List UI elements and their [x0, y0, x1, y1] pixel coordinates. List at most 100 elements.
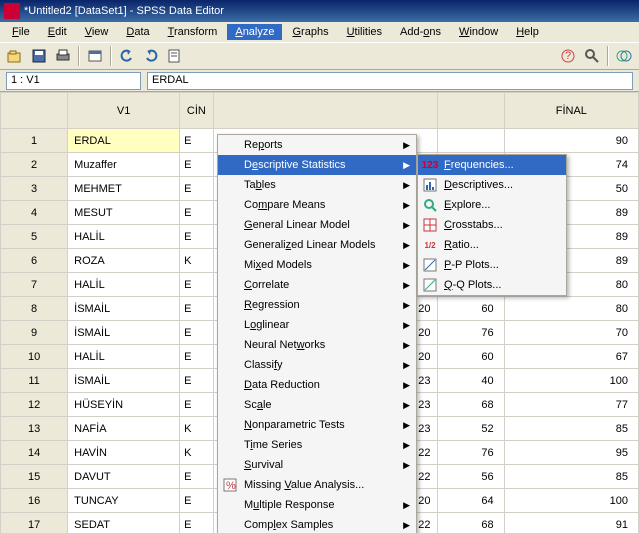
cell-cin[interactable]: E [180, 393, 214, 417]
row-header[interactable]: 13 [1, 417, 68, 441]
cell-name-box[interactable]: 1 : V1 [6, 72, 141, 90]
row-header[interactable]: 1 [1, 129, 68, 153]
row-header[interactable]: 12 [1, 393, 68, 417]
cell-final[interactable]: 95 [504, 441, 638, 465]
menu-addons[interactable]: Add-ons [392, 24, 449, 40]
cell-v1[interactable]: HALİL [68, 225, 180, 249]
data-grid[interactable]: V1 CİN FİNAL 1ERDALE902MuzafferE743MEHME… [0, 92, 639, 533]
cell-final[interactable]: 85 [504, 417, 638, 441]
cell-cin[interactable]: E [180, 153, 214, 177]
menu-descriptives[interactable]: Descriptives... [418, 175, 566, 195]
cell-mid2[interactable]: 60 [437, 297, 504, 321]
cell-final[interactable]: 100 [504, 489, 638, 513]
menu-regression[interactable]: Regression▶ [218, 295, 416, 315]
cell-v1[interactable]: TUNCAY [68, 489, 180, 513]
row-header[interactable]: 8 [1, 297, 68, 321]
dialog-recall-button[interactable] [84, 45, 106, 67]
row-header[interactable]: 4 [1, 201, 68, 225]
cell-final[interactable]: 90 [504, 129, 638, 153]
cell-v1[interactable]: İSMAİL [68, 321, 180, 345]
cell-mid2[interactable]: 76 [437, 441, 504, 465]
menu-descriptive-statistics[interactable]: Descriptive Statistics▶ [218, 155, 416, 175]
column-header-cin[interactable]: CİN [180, 93, 214, 129]
column-header-v1[interactable]: V1 [68, 93, 180, 129]
menu-pp-plots[interactable]: P-P Plots... [418, 255, 566, 275]
row-header[interactable]: 6 [1, 249, 68, 273]
menu-general-linear-model[interactable]: General Linear Model▶ [218, 215, 416, 235]
row-header[interactable]: 14 [1, 441, 68, 465]
menu-nonparametric-tests[interactable]: Nonparametric Tests▶ [218, 415, 416, 435]
row-header[interactable]: 10 [1, 345, 68, 369]
menu-complex-samples[interactable]: Complex Samples▶ [218, 515, 416, 533]
redo-button[interactable] [140, 45, 162, 67]
find-button[interactable] [581, 45, 603, 67]
menu-classify[interactable]: Classify▶ [218, 355, 416, 375]
menu-frequencies[interactable]: 123Frequencies... [418, 155, 566, 175]
menu-data-reduction[interactable]: Data Reduction▶ [218, 375, 416, 395]
menu-mixed-models[interactable]: Mixed Models▶ [218, 255, 416, 275]
cell-mid2[interactable]: 52 [437, 417, 504, 441]
cell-final[interactable]: 85 [504, 465, 638, 489]
cell-mid2[interactable]: 76 [437, 321, 504, 345]
menu-ratio[interactable]: 1/2Ratio... [418, 235, 566, 255]
cell-mid2[interactable]: 68 [437, 393, 504, 417]
menu-edit[interactable]: Edit [40, 24, 75, 40]
cell-v1[interactable]: NAFİA [68, 417, 180, 441]
column-header-final[interactable]: FİNAL [504, 93, 638, 129]
print-button[interactable] [52, 45, 74, 67]
cell-final[interactable]: 67 [504, 345, 638, 369]
cell-cin[interactable]: E [180, 129, 214, 153]
variables-button[interactable]: ? [557, 45, 579, 67]
cell-cin[interactable]: E [180, 201, 214, 225]
save-button[interactable] [28, 45, 50, 67]
cell-value-box[interactable]: ERDAL [147, 72, 633, 90]
menu-view[interactable]: View [77, 24, 117, 40]
row-header[interactable]: 17 [1, 513, 68, 533]
row-header[interactable]: 5 [1, 225, 68, 249]
cell-final[interactable]: 77 [504, 393, 638, 417]
column-header-hidden1[interactable] [213, 93, 437, 129]
menu-analyze[interactable]: Analyze [227, 24, 282, 40]
cell-cin[interactable]: K [180, 441, 214, 465]
goto-case-button[interactable] [164, 45, 186, 67]
row-header[interactable]: 7 [1, 273, 68, 297]
cell-mid2[interactable]: 64 [437, 489, 504, 513]
menu-utilities[interactable]: Utilities [339, 24, 390, 40]
row-header[interactable]: 11 [1, 369, 68, 393]
menu-explore[interactable]: Explore... [418, 195, 566, 215]
cell-final[interactable]: 91 [504, 513, 638, 533]
menu-tables[interactable]: Tables▶ [218, 175, 416, 195]
row-header[interactable]: 16 [1, 489, 68, 513]
cell-cin[interactable]: E [180, 465, 214, 489]
row-header[interactable]: 2 [1, 153, 68, 177]
cell-mid2[interactable] [437, 129, 504, 153]
cell-v1[interactable]: DAVUT [68, 465, 180, 489]
column-header-hidden2[interactable] [437, 93, 504, 129]
cell-v1[interactable]: Muzaffer [68, 153, 180, 177]
menu-missing-value-analysis[interactable]: %Missing Value Analysis... [218, 475, 416, 495]
row-header[interactable]: 3 [1, 177, 68, 201]
menu-correlate[interactable]: Correlate▶ [218, 275, 416, 295]
cell-cin[interactable]: E [180, 177, 214, 201]
cell-v1[interactable]: ERDAL [68, 129, 180, 153]
cell-cin[interactable]: E [180, 513, 214, 533]
cell-final[interactable]: 70 [504, 321, 638, 345]
menu-data[interactable]: Data [118, 24, 157, 40]
cell-v1[interactable]: HALİL [68, 345, 180, 369]
cell-mid2[interactable]: 56 [437, 465, 504, 489]
menu-compare-means[interactable]: Compare Means▶ [218, 195, 416, 215]
menu-neural-networks[interactable]: Neural Networks▶ [218, 335, 416, 355]
row-header[interactable]: 15 [1, 465, 68, 489]
cell-v1[interactable]: HALİL [68, 273, 180, 297]
cell-cin[interactable]: K [180, 249, 214, 273]
cell-cin[interactable]: E [180, 297, 214, 321]
menu-crosstabs[interactable]: Crosstabs... [418, 215, 566, 235]
cell-final[interactable]: 80 [504, 297, 638, 321]
cell-cin[interactable]: E [180, 321, 214, 345]
open-button[interactable] [4, 45, 26, 67]
cell-mid2[interactable]: 60 [437, 345, 504, 369]
cell-v1[interactable]: SEDAT [68, 513, 180, 533]
menu-file[interactable]: File [4, 24, 38, 40]
cell-mid2[interactable]: 40 [437, 369, 504, 393]
menu-transform[interactable]: Transform [160, 24, 226, 40]
